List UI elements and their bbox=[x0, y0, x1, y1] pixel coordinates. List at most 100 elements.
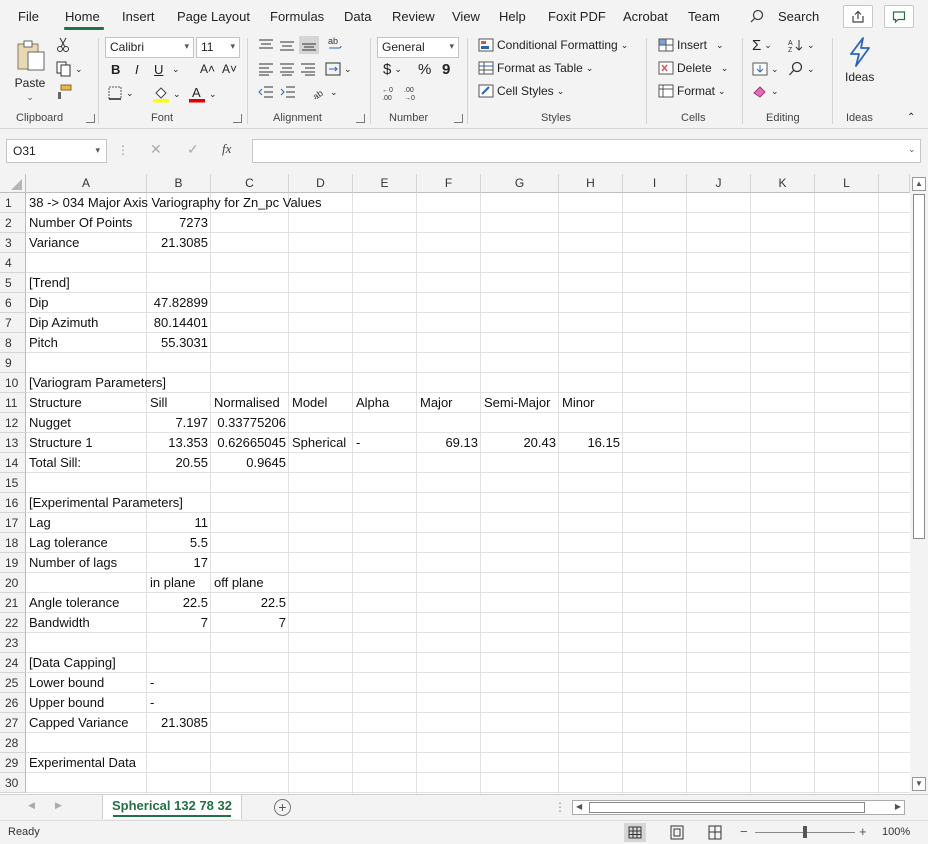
menu-home[interactable]: Home bbox=[65, 9, 100, 24]
cell-a1[interactable]: 38 -> 034 Major Axis Variography for Zn_… bbox=[26, 193, 325, 213]
cell-b14[interactable]: 20.55 bbox=[147, 453, 211, 473]
row-header-7[interactable]: 7 bbox=[0, 313, 26, 333]
cell-b18[interactable]: 5.5 bbox=[147, 533, 211, 553]
cell-a18[interactable]: Lag tolerance bbox=[26, 533, 111, 553]
cell-a25[interactable]: Lower bound bbox=[26, 673, 107, 693]
cell-b8[interactable]: 55.3031 bbox=[147, 333, 211, 353]
increase-indent-button[interactable] bbox=[280, 85, 296, 99]
decrease-decimal-button[interactable]: .00 →0 bbox=[403, 85, 421, 101]
row-header-22[interactable]: 22 bbox=[0, 613, 26, 633]
orientation-button[interactable]: ab ⌄ bbox=[311, 85, 338, 100]
italic-button[interactable]: I bbox=[135, 62, 139, 77]
zoom-slider-thumb[interactable] bbox=[803, 826, 807, 838]
cell-a29[interactable]: Experimental Data bbox=[26, 753, 139, 773]
cell-g13[interactable]: 20.43 bbox=[481, 433, 559, 453]
bold-button[interactable]: B bbox=[111, 62, 120, 77]
alignment-launcher[interactable] bbox=[356, 114, 365, 123]
underline-dropdown-icon[interactable]: ⌄ bbox=[172, 64, 180, 75]
cell-c12[interactable]: 0.33775206 bbox=[211, 413, 289, 433]
cell-a6[interactable]: Dip bbox=[26, 293, 52, 313]
cell-e11[interactable]: Alpha bbox=[353, 393, 392, 413]
vertical-scroll-thumb[interactable] bbox=[913, 194, 925, 539]
column-header-l[interactable]: L bbox=[815, 174, 879, 193]
row-header-27[interactable]: 27 bbox=[0, 713, 26, 733]
format-as-table-button[interactable]: Format as Table ⌄ bbox=[478, 61, 593, 75]
menu-review[interactable]: Review bbox=[392, 9, 435, 24]
row-header-14[interactable]: 14 bbox=[0, 453, 26, 473]
cell-a21[interactable]: Angle tolerance bbox=[26, 593, 122, 613]
cell-c14[interactable]: 0.9645 bbox=[211, 453, 289, 473]
cancel-icon[interactable]: ✕ bbox=[150, 141, 162, 158]
row-header-9[interactable]: 9 bbox=[0, 353, 26, 373]
autosum-button[interactable]: Σ ⌄ bbox=[752, 37, 772, 54]
cell-f13[interactable]: 69.13 bbox=[417, 433, 481, 453]
spreadsheet-grid[interactable]: ABCDEFGHIJKL 1 2 3 4 5 6 7 8 9 10 11 12 13 14 15 16 17 18… bbox=[0, 174, 910, 794]
cell-c11[interactable]: Normalised bbox=[211, 393, 283, 413]
confirm-icon[interactable]: ✓ bbox=[187, 141, 199, 158]
column-header-f[interactable]: F bbox=[417, 174, 481, 193]
clipboard-launcher[interactable] bbox=[86, 114, 95, 123]
share-button[interactable] bbox=[843, 5, 873, 28]
column-header-c[interactable]: C bbox=[211, 174, 289, 193]
menu-page-layout[interactable]: Page Layout bbox=[177, 9, 250, 24]
cell-a16[interactable]: [Experimental Parameters] bbox=[26, 493, 186, 513]
merge-center-button[interactable]: ⌄ bbox=[325, 62, 352, 76]
row-header-15[interactable]: 15 bbox=[0, 473, 26, 493]
align-bottom-button[interactable] bbox=[299, 36, 319, 54]
row-header-3[interactable]: 3 bbox=[0, 233, 26, 253]
column-header-g[interactable]: G bbox=[481, 174, 559, 193]
increase-decimal-button[interactable]: ←0.00 bbox=[381, 85, 399, 101]
cell-h13[interactable]: 16.15 bbox=[559, 433, 623, 453]
next-sheet-icon[interactable]: ▶ bbox=[55, 800, 62, 811]
cell-a10[interactable]: [Variogram Parameters] bbox=[26, 373, 169, 393]
row-header-26[interactable]: 26 bbox=[0, 693, 26, 713]
align-center-button[interactable] bbox=[279, 62, 295, 76]
number-launcher[interactable] bbox=[454, 114, 463, 123]
normal-view-button[interactable] bbox=[624, 823, 646, 842]
align-left-button[interactable] bbox=[258, 62, 274, 76]
underline-button[interactable]: U bbox=[154, 62, 163, 77]
column-header-a[interactable]: A bbox=[26, 174, 147, 193]
zoom-out-button[interactable]: − bbox=[740, 824, 748, 839]
cell-b17[interactable]: 11 bbox=[147, 513, 211, 533]
cell-b19[interactable]: 17 bbox=[147, 553, 211, 573]
row-header-25[interactable]: 25 bbox=[0, 673, 26, 693]
cell-b22[interactable]: 7 bbox=[147, 613, 211, 633]
scroll-up-button[interactable]: ▲ bbox=[912, 177, 926, 191]
row-header-12[interactable]: 12 bbox=[0, 413, 26, 433]
column-header-i[interactable]: I bbox=[623, 174, 687, 193]
paste-button[interactable]: Paste ⌄ bbox=[14, 38, 46, 103]
cell-b25[interactable]: - bbox=[147, 673, 157, 693]
row-header-5[interactable]: 5 bbox=[0, 273, 26, 293]
cell-b20[interactable]: in plane bbox=[147, 573, 199, 593]
cell-a2[interactable]: Number Of Points bbox=[26, 213, 135, 233]
cell-a14[interactable]: Total Sill: bbox=[26, 453, 84, 473]
cell-e13[interactable]: - bbox=[353, 433, 363, 453]
decrease-indent-button[interactable] bbox=[258, 85, 274, 99]
row-header-23[interactable]: 23 bbox=[0, 633, 26, 653]
find-select-button[interactable]: ⌄ bbox=[788, 61, 815, 77]
menu-insert[interactable]: Insert bbox=[122, 9, 155, 24]
cell-a26[interactable]: Upper bound bbox=[26, 693, 107, 713]
align-top-button[interactable] bbox=[258, 38, 274, 52]
comma-button[interactable]: 9 bbox=[442, 61, 450, 78]
name-box[interactable]: O31 ▾ bbox=[6, 139, 107, 163]
row-header-21[interactable]: 21 bbox=[0, 593, 26, 613]
scroll-down-button[interactable]: ▼ bbox=[912, 777, 926, 791]
select-all-button[interactable] bbox=[0, 174, 26, 193]
cell-b6[interactable]: 47.82899 bbox=[147, 293, 211, 313]
row-header-10[interactable]: 10 bbox=[0, 373, 26, 393]
clear-button[interactable]: ⌄ bbox=[752, 84, 779, 98]
horizontal-scroll-thumb[interactable] bbox=[589, 802, 865, 813]
cell-a3[interactable]: Variance bbox=[26, 233, 82, 253]
column-header-h[interactable]: H bbox=[559, 174, 623, 193]
cell-c22[interactable]: 7 bbox=[211, 613, 289, 633]
insert-function-button[interactable]: fx bbox=[222, 141, 231, 157]
font-size-dropdown[interactable]: 11 ▾ bbox=[196, 37, 240, 58]
formula-input[interactable] bbox=[252, 139, 921, 163]
scroll-left-button[interactable]: ◀ bbox=[576, 802, 582, 811]
menu-help[interactable]: Help bbox=[499, 9, 526, 24]
row-header-6[interactable]: 6 bbox=[0, 293, 26, 313]
row-header-13[interactable]: 13 bbox=[0, 433, 26, 453]
row-header-2[interactable]: 2 bbox=[0, 213, 26, 233]
